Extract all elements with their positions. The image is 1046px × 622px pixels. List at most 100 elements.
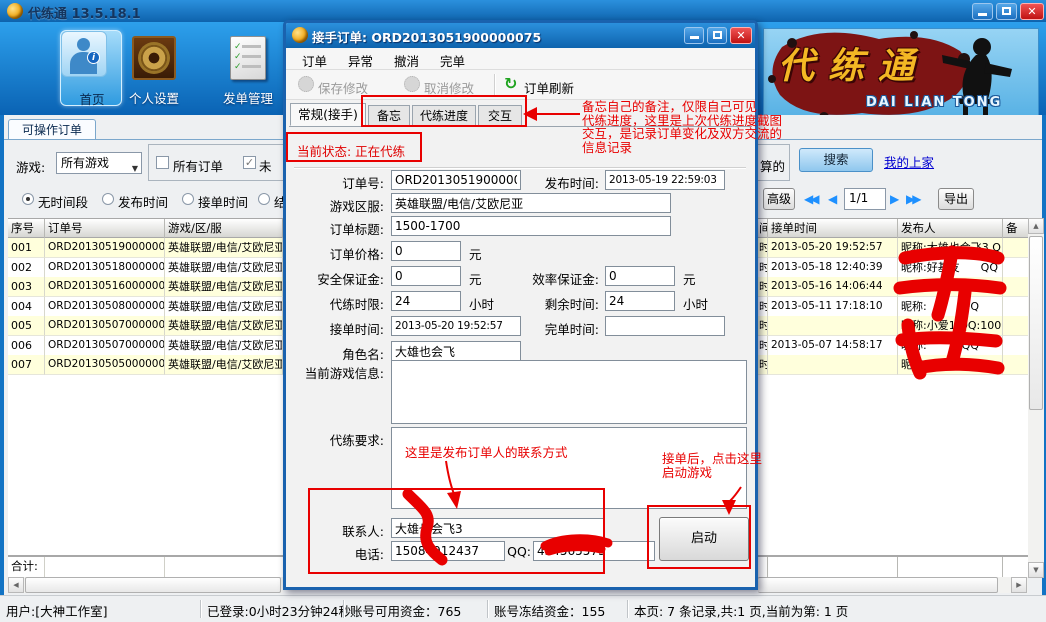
vscroll-thumb[interactable] (1029, 236, 1043, 410)
col-publisher[interactable]: 发布人 (898, 219, 1003, 239)
status-login-time: 已登录:0小时23分钟24秒 (207, 601, 351, 620)
tab-memo[interactable]: 备忘 (368, 105, 410, 126)
unsettled-checkbox[interactable]: ✓ (243, 156, 256, 169)
table-row[interactable]: 001ORD2013051900000075英雄联盟/电信/艾欧尼亚 (8, 238, 283, 258)
taken-time-input[interactable] (391, 316, 521, 336)
order-no-input[interactable] (391, 170, 521, 190)
dialog-maximize-button[interactable] (707, 27, 727, 44)
current-status-text: 当前状态: 正在代练 (297, 141, 405, 160)
vscrollbar[interactable]: ▲ ▼ (1028, 218, 1044, 578)
all-orders-checkbox[interactable] (156, 156, 169, 169)
export-button[interactable]: 导出 (938, 188, 974, 210)
my-upline-link[interactable]: 我的上家 (884, 152, 934, 171)
game-info-textarea[interactable] (391, 360, 747, 424)
tabs-annotation-note: 备忘自己的备注，仅限自己可见 代练进度，这里是上次代练进度截图 交互，是记录订单… (582, 100, 882, 154)
contact-label: 联系人: (292, 521, 384, 540)
safe-deposit-label: 安全保证金: (292, 269, 384, 288)
radio-taken-time[interactable] (182, 193, 194, 205)
role-name-input[interactable] (391, 341, 521, 361)
status-frozen-funds: 账号冻结资金：155 (494, 601, 605, 620)
col-order[interactable]: 订单号 (45, 219, 165, 239)
col-taken[interactable]: 接单时间 (768, 219, 898, 239)
menu-abnormal[interactable]: 异常 (348, 51, 373, 70)
table-row[interactable]: 时2013-05-20 19:52:57昵称:大雄也会飞3 Q (758, 238, 1028, 258)
role-name-label: 角色名: (292, 344, 384, 363)
qq-input[interactable] (533, 541, 655, 561)
table-header-right: 间 接单时间 发布人 备 (758, 218, 1028, 238)
table-row[interactable]: 007ORD2013050500000018英雄联盟/电信/艾欧尼亚 (8, 355, 283, 375)
toolbar-home-button[interactable]: i 首页 (60, 30, 122, 106)
phone-label: 电话: (292, 544, 384, 563)
dialog-minimize-button[interactable] (684, 27, 704, 44)
table-row[interactable]: 时2013-05-16 14:06:44昵称: QQ (758, 277, 1028, 297)
publish-time-label: 发布时间: (511, 173, 599, 192)
save-changes-button[interactable]: 保存修改 (318, 78, 368, 97)
nav-prev-icon[interactable]: ◀ (828, 192, 837, 206)
efficiency-deposit-input[interactable] (605, 266, 675, 286)
game-filter-dropdown[interactable]: 所有游戏 ▼ (56, 152, 142, 174)
hscroll-thumb[interactable] (25, 577, 281, 593)
table-row[interactable]: 时2013-05-11 17:18:10昵称: QQ (758, 297, 1028, 317)
scroll-down-icon[interactable]: ▼ (1028, 562, 1044, 578)
toolbar-home-label: 首页 (61, 89, 123, 108)
efficiency-deposit-label: 效率保证金: (511, 269, 599, 288)
dialog-close-button[interactable]: ✕ (730, 27, 752, 44)
chevron-down-icon: ▼ (132, 159, 138, 179)
maximize-button[interactable] (996, 3, 1017, 20)
minimize-button[interactable] (972, 3, 993, 20)
scroll-up-icon[interactable]: ▲ (1028, 218, 1044, 234)
phone-input[interactable] (391, 541, 505, 561)
toolbar-settings-button[interactable]: 个人设置 (120, 30, 188, 106)
radio-publish-time[interactable] (102, 193, 114, 205)
table-row[interactable]: 时昵称:小爱1 QQ:1000 (758, 316, 1028, 336)
hscroll-thumb-right[interactable] (758, 577, 998, 593)
menu-finish[interactable]: 完单 (440, 51, 465, 70)
total-row-left: 合计: (8, 556, 283, 576)
table-row[interactable]: 时2013-05-07 14:58:17昵称: QQ (758, 336, 1028, 356)
safe-deposit-input[interactable] (391, 266, 461, 286)
menu-order[interactable]: 订单 (302, 51, 327, 70)
price-input[interactable] (391, 241, 461, 261)
table-row[interactable]: 004ORD2013050800000008英雄联盟/电信/艾欧尼亚 (8, 297, 283, 317)
table-row[interactable]: 002ORD2013051800000001英雄联盟/电信/艾欧尼亚 (8, 258, 283, 278)
table-row[interactable]: 003ORD2013051600000008英雄联盟/电信/艾欧尼亚 (8, 277, 283, 297)
nav-next-icon[interactable]: ▶ (890, 192, 899, 206)
nav-first-icon[interactable]: ◀◀ (804, 192, 816, 206)
publish-time-input[interactable] (605, 170, 725, 190)
tab-operable-orders[interactable]: 可操作订单 (8, 119, 96, 140)
status-bar: 用户:[大神工作室] 已登录:0小时23分钟24秒 账号可用资金：765 账号冻… (0, 595, 1046, 622)
col-no[interactable]: 序号 (8, 219, 45, 239)
order-title-input[interactable] (391, 216, 671, 236)
table-row[interactable]: 006ORD2013050700000007英雄联盟/电信/艾欧尼亚 (8, 336, 283, 356)
cancel-changes-button[interactable]: 取消修改 (424, 78, 474, 97)
table-row[interactable]: 005ORD2013050700000028英雄联盟/电信/艾欧尼亚 (8, 316, 283, 336)
time-limit-input[interactable] (391, 291, 461, 311)
game-server-input[interactable] (391, 193, 671, 213)
order-refresh-button[interactable]: 订单刷新 (524, 78, 574, 97)
close-button[interactable]: ✕ (1020, 3, 1044, 20)
tab-general[interactable]: 常规(接手) (290, 103, 366, 126)
table-row[interactable]: 时2013-05-18 12:40:39昵称:好基友 QQ (758, 258, 1028, 278)
col-note[interactable]: 备 (1003, 219, 1028, 239)
toolbar-orders-button[interactable]: ✓ ✓ ✓ 发单管理 (214, 30, 282, 106)
remain-time-input[interactable] (605, 291, 675, 311)
radio-no-time[interactable] (22, 193, 34, 205)
nav-last-icon[interactable]: ▶▶ (906, 192, 918, 206)
tab-progress[interactable]: 代练进度 (412, 105, 476, 126)
radio-settle-time[interactable] (258, 193, 270, 205)
contact-input[interactable] (391, 518, 605, 538)
advanced-button[interactable]: 高级 (763, 188, 795, 210)
price-label: 订单价格: (292, 244, 384, 263)
scroll-right-icon[interactable]: ▶ (1011, 577, 1027, 593)
scroll-left-icon[interactable]: ◀ (8, 577, 24, 593)
col-game[interactable]: 游戏/区/服 (165, 219, 283, 239)
page-indicator[interactable]: 1/1 (844, 188, 886, 210)
menu-revoke[interactable]: 撤消 (394, 51, 419, 70)
game-server-label: 游戏区服: (292, 196, 384, 215)
launch-button[interactable]: 启动 (659, 517, 749, 561)
hscrollbar-right[interactable]: ▶ (758, 577, 1028, 593)
hscrollbar-left[interactable]: ◀ (8, 577, 283, 593)
tab-interact[interactable]: 交互 (478, 105, 522, 126)
table-row[interactable]: 时昵称: QQ (758, 355, 1028, 375)
finish-time-input[interactable] (605, 316, 725, 336)
